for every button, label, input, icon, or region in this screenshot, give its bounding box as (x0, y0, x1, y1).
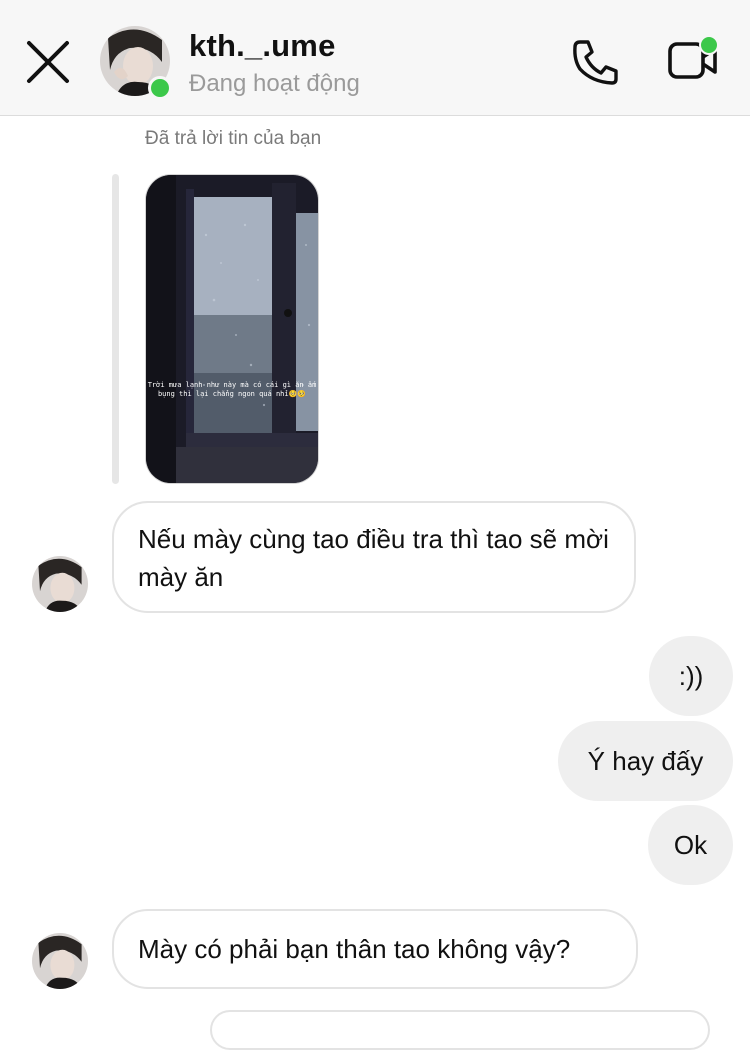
message-bubble-partial[interactable] (210, 1010, 710, 1050)
phone-icon (573, 40, 618, 85)
message-text: :)) (678, 660, 704, 691)
chat-username[interactable]: kth._.ume (189, 28, 336, 64)
message-text: Ok (673, 829, 708, 860)
sender-avatar[interactable] (32, 556, 88, 612)
voice-call-button[interactable] (568, 36, 622, 88)
message-bubble-outgoing[interactable]: Ý hay đấy (558, 721, 733, 801)
message-bubble-outgoing[interactable]: Ok (648, 805, 733, 885)
chat-header: kth._.ume Đang hoạt động (0, 0, 750, 116)
message-text: Ý hay đấy (587, 745, 704, 776)
video-call-button[interactable] (664, 34, 726, 88)
story-caption: Trời mưa lạnh như này mà có cái gì ăn ấm… (147, 381, 317, 398)
message-text: Nếu mày cùng tao điều tra thì tao sẽ mời… (138, 524, 609, 592)
video-camera-icon (668, 35, 719, 79)
close-icon (27, 41, 69, 83)
message-bubble-outgoing[interactable]: :)) (649, 636, 733, 716)
online-indicator (148, 76, 172, 100)
message-bubble-incoming[interactable]: Nếu mày cùng tao điều tra thì tao sẽ mời… (112, 501, 636, 613)
close-button[interactable] (22, 36, 74, 88)
profile-avatar[interactable] (100, 26, 172, 100)
message-bubble-incoming[interactable]: Mày có phải bạn thân tao không vậy? (112, 909, 638, 989)
story-image (146, 175, 318, 483)
active-status: Đang hoạt động (189, 70, 360, 97)
message-text: Mày có phải bạn thân tao không vậy? (138, 934, 571, 964)
story-thumbnail[interactable]: Trời mưa lạnh như này mà có cái gì ăn ấm… (145, 174, 319, 484)
reply-note: Đã trả lời tin của bạn (145, 128, 322, 149)
reply-bar (112, 174, 119, 484)
sender-avatar[interactable] (32, 933, 88, 989)
